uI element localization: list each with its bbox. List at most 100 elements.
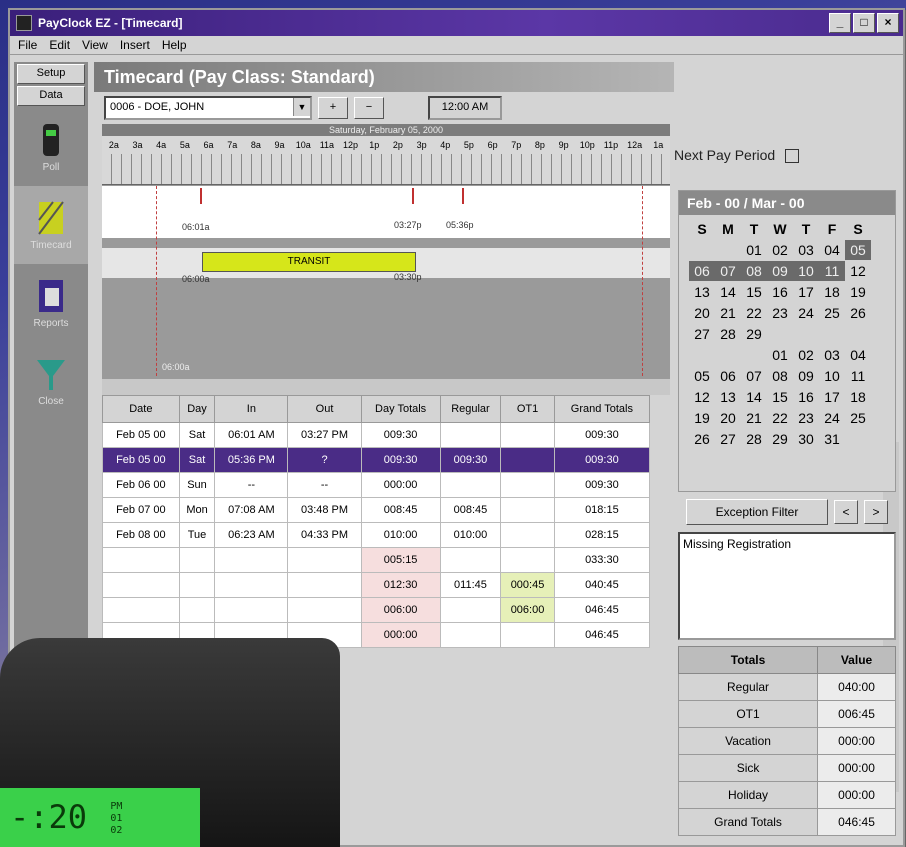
cell-date[interactable]: Feb 07 00 (102, 497, 180, 523)
cell-total[interactable]: 000:00 (360, 622, 441, 648)
calendar-day[interactable]: 17 (819, 387, 845, 407)
menu-edit[interactable]: Edit (49, 38, 70, 52)
cell-reg[interactable] (439, 547, 502, 573)
cell-ot1[interactable]: 000:45 (500, 572, 555, 598)
cell-day[interactable] (178, 572, 216, 598)
nav-timecard[interactable]: Timecard (14, 186, 88, 264)
cell-date[interactable]: Feb 08 00 (102, 522, 180, 548)
cell-total[interactable]: 008:45 (360, 497, 441, 523)
cell-total[interactable]: 012:30 (360, 572, 441, 598)
cell-in[interactable]: 06:23 AM (214, 522, 289, 548)
cell-total[interactable]: 010:00 (360, 522, 441, 548)
calendar-day[interactable]: 18 (845, 387, 871, 407)
table-row[interactable]: Feb 05 00 Sat 05:36 PM? 009:30 009:30 009:30 (102, 447, 651, 473)
calendar-day[interactable]: 04 (845, 345, 871, 365)
table-row[interactable]: Feb 05 00 Sat 06:01 AM 03:27 PM 009:30 009:30 (102, 422, 651, 448)
menu-view[interactable]: View (82, 38, 108, 52)
cell-day[interactable] (178, 547, 216, 573)
calendar-day[interactable]: 07 (715, 261, 741, 281)
cell-grand[interactable]: 009:30 (553, 447, 651, 473)
calendar-day[interactable]: 06 (715, 366, 741, 386)
add-punch-button[interactable]: + (318, 97, 348, 119)
menu-help[interactable]: Help (162, 38, 187, 52)
timeline-scrollbar[interactable] (102, 379, 670, 395)
calendar-day[interactable]: 11 (819, 261, 845, 281)
cell-day[interactable]: Sat (178, 422, 216, 448)
calendar-day[interactable]: 28 (741, 429, 767, 449)
cell-out[interactable]: 03:27 PM (287, 422, 362, 448)
close-button[interactable]: × (877, 13, 899, 33)
calendar-day[interactable]: 03 (793, 240, 819, 260)
calendar-day[interactable]: 08 (741, 261, 767, 281)
punch-marker[interactable] (462, 188, 464, 204)
cell-in[interactable]: 07:08 AM (214, 497, 289, 523)
cell-ot1[interactable] (500, 547, 555, 573)
exception-item[interactable]: Missing Registration (683, 537, 891, 551)
cell-grand[interactable]: 033:30 (553, 547, 651, 573)
in-punch-marker[interactable] (200, 188, 202, 204)
calendar-day[interactable]: 15 (767, 387, 793, 407)
calendar-day[interactable]: 13 (689, 282, 715, 302)
table-row[interactable]: 005:15 033:30 (102, 547, 651, 573)
cell-ot1[interactable]: 006:00 (500, 597, 555, 623)
cell-day[interactable]: Sun (178, 472, 216, 498)
menu-file[interactable]: File (18, 38, 37, 52)
nav-poll[interactable]: Poll (14, 108, 88, 186)
calendar-day[interactable]: 23 (793, 408, 819, 428)
calendar-day[interactable]: 19 (689, 408, 715, 428)
col-out[interactable]: Out (287, 395, 362, 423)
menu-insert[interactable]: Insert (120, 38, 150, 52)
cell-date[interactable]: Feb 05 00 (102, 447, 180, 473)
cell-ot1[interactable] (500, 422, 555, 448)
out-punch-marker[interactable] (412, 188, 414, 204)
cell-reg[interactable]: 011:45 (439, 572, 502, 598)
cell-grand[interactable]: 040:45 (553, 572, 651, 598)
col-in[interactable]: In (214, 395, 289, 423)
table-row[interactable]: 012:30 011:45 000:45 040:45 (102, 572, 651, 598)
cell-reg[interactable]: 008:45 (439, 497, 502, 523)
calendar-day[interactable]: 14 (715, 282, 741, 302)
calendar-day[interactable]: 14 (741, 387, 767, 407)
maximize-button[interactable]: □ (853, 13, 875, 33)
calendar-day[interactable]: 03 (819, 345, 845, 365)
cell-out[interactable]: 03:48 PM (287, 497, 362, 523)
cell-date[interactable]: Feb 06 00 (102, 472, 180, 498)
remove-punch-button[interactable]: − (354, 97, 384, 119)
cell-day[interactable]: Sat (178, 447, 216, 473)
exception-list[interactable]: Missing Registration (678, 532, 896, 640)
calendar-day[interactable]: 12 (845, 261, 871, 281)
prev-exception-button[interactable]: < (834, 500, 858, 524)
cell-grand[interactable]: 046:45 (553, 597, 651, 623)
next-exception-button[interactable]: > (864, 500, 888, 524)
calendar-day[interactable]: 29 (767, 429, 793, 449)
calendar-day[interactable]: 20 (715, 408, 741, 428)
calendar-day[interactable]: 09 (793, 366, 819, 386)
calendar-day[interactable]: 02 (793, 345, 819, 365)
calendar-day[interactable]: 30 (793, 429, 819, 449)
cell-in[interactable] (214, 572, 289, 598)
timeline[interactable]: Saturday, February 05, 2000 2a 3a 4a 5a 6a 7a… (102, 124, 670, 379)
table-row[interactable]: Feb 06 00 Sun -- -- 000:00 009:30 (102, 472, 651, 498)
exception-filter-button[interactable]: Exception Filter (686, 499, 828, 525)
employee-select[interactable]: 0006 - DOE, JOHN ▼ (104, 96, 312, 120)
calendar-day[interactable]: 08 (767, 366, 793, 386)
data-button[interactable]: Data (17, 86, 85, 106)
calendar-day[interactable]: 02 (767, 240, 793, 260)
calendar-day[interactable]: 01 (741, 240, 767, 260)
calendar-day[interactable]: 15 (741, 282, 767, 302)
calendar-day[interactable]: 11 (845, 366, 871, 386)
setup-button[interactable]: Setup (17, 64, 85, 84)
calendar-day[interactable]: 01 (767, 345, 793, 365)
calendar-day[interactable]: 17 (793, 282, 819, 302)
cell-ot1[interactable] (500, 622, 555, 648)
cell-date[interactable] (102, 547, 180, 573)
cell-grand[interactable]: 018:15 (553, 497, 651, 523)
calendar-day[interactable]: 27 (689, 324, 715, 344)
cell-reg[interactable]: 009:30 (439, 447, 502, 473)
cell-out[interactable] (287, 547, 362, 573)
cell-total[interactable]: 005:15 (360, 547, 441, 573)
cell-total[interactable]: 009:30 (360, 422, 441, 448)
calendar-day[interactable]: 12 (689, 387, 715, 407)
cell-grand[interactable]: 028:15 (553, 522, 651, 548)
calendar-day[interactable]: 27 (715, 429, 741, 449)
